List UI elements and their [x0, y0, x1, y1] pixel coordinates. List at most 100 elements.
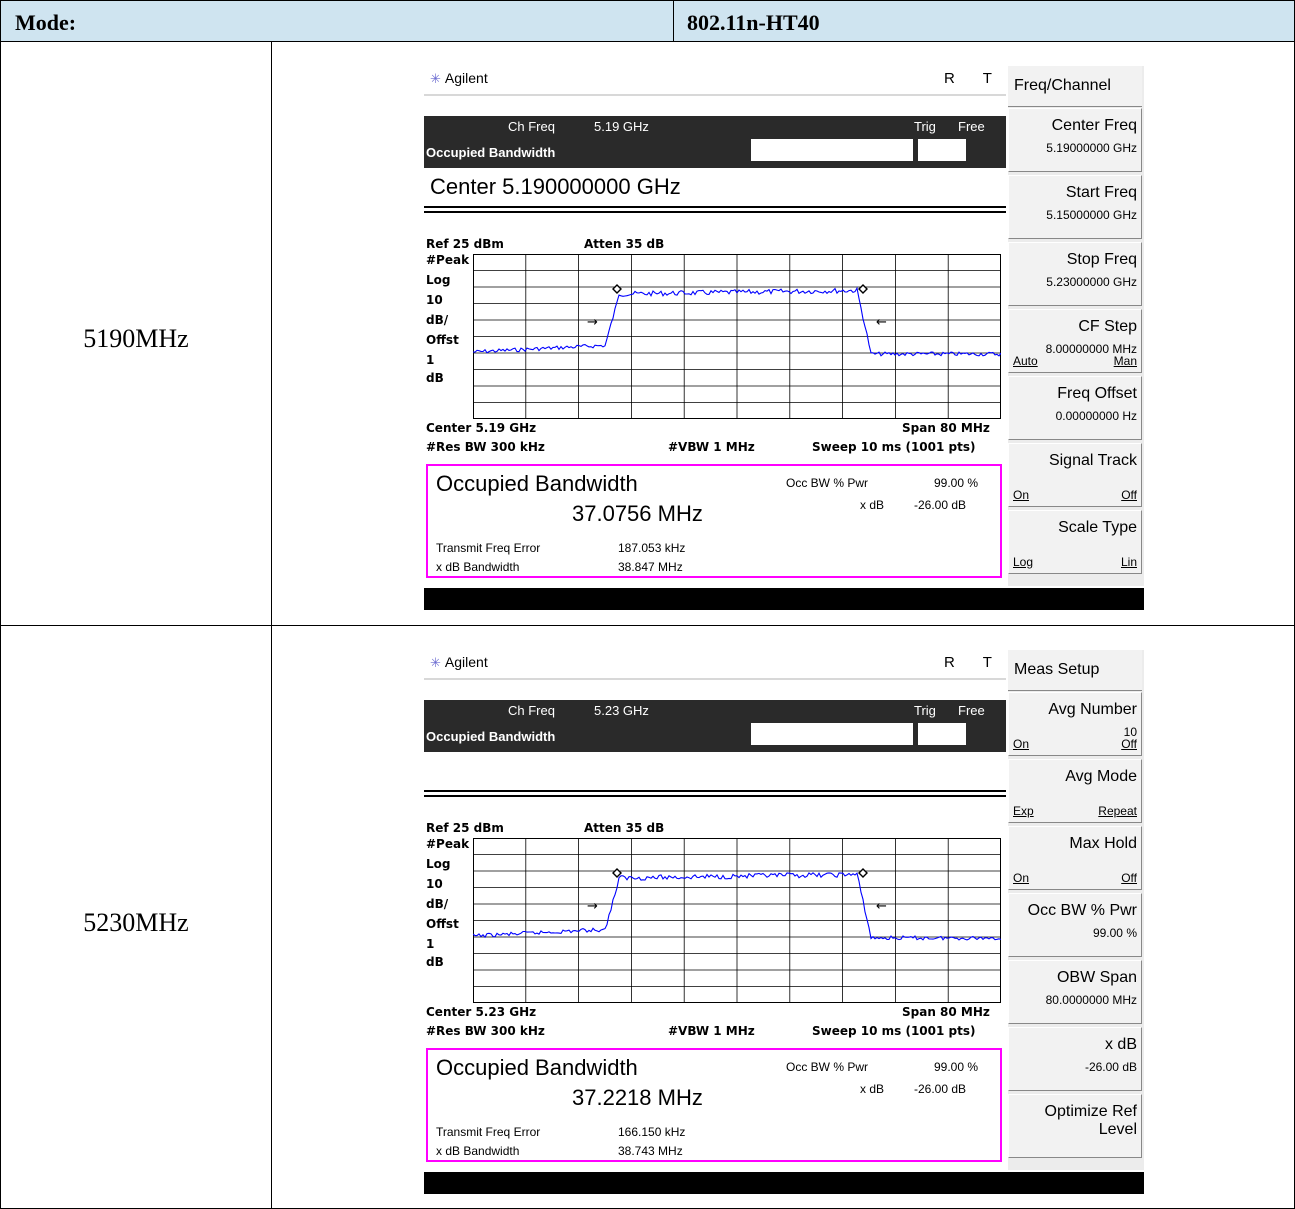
- softkey-option-left: On: [1013, 871, 1030, 885]
- table-header: Mode: 802.11n-HT40: [0, 0, 1295, 42]
- softkey-option-left: Exp: [1013, 804, 1034, 818]
- softkey-label: Avg Number: [1048, 701, 1137, 718]
- menu-title-text: Freq/Channel: [1014, 77, 1111, 94]
- softkey[interactable]: Freq Offset 0.00000000 Hz: [1008, 376, 1142, 440]
- scale-label: #Peak: [426, 837, 470, 851]
- center-freq-short: Center 5.23 GHz: [426, 1005, 537, 1019]
- entry-box[interactable]: [751, 139, 913, 161]
- scale-label: Log: [426, 273, 451, 287]
- scale-label: dB: [426, 371, 444, 385]
- trig-value: Free: [958, 119, 985, 134]
- softkey-value: 5.23000000 GHz: [1046, 275, 1137, 289]
- ch-freq-label: Ch Freq: [508, 703, 555, 718]
- softkey[interactable]: OBW Span 80.0000000 MHz: [1008, 960, 1142, 1024]
- softkey-value: 5.15000000 GHz: [1046, 208, 1137, 222]
- menu-title: Meas Setup: [1008, 650, 1142, 691]
- softkey-option-right: Off: [1121, 488, 1137, 502]
- status-indicator: R T: [944, 654, 1004, 671]
- status-bar: [424, 588, 1144, 610]
- occ-value: 99.00 %: [934, 1060, 979, 1074]
- xdbbw-label: x dB Bandwidth: [436, 1144, 520, 1158]
- softkey-value: 5.19000000 GHz: [1046, 141, 1137, 155]
- left-arrow-marker: →: [587, 315, 598, 330]
- sweep: Sweep 10 ms (1001 pts): [812, 440, 976, 454]
- vbw: #VBW 1 MHz: [668, 1024, 755, 1038]
- xdb-label: x dB: [860, 1082, 885, 1096]
- ref-level: Ref 25 dBm: [426, 237, 504, 251]
- softkey[interactable]: Stop Freq 5.23000000 GHz: [1008, 242, 1142, 306]
- scale-label: 1: [426, 353, 435, 367]
- trig-label: Trig: [914, 703, 936, 718]
- softkey-option-right: Off: [1121, 871, 1137, 885]
- span: Span 80 MHz: [902, 1005, 990, 1019]
- softkey-label: Center Freq: [1051, 117, 1137, 134]
- softkey-menu: Meas Setup Avg Number 10 On Off Avg Mode Exp Re…: [1008, 650, 1144, 1170]
- agilent-logo-icon: ✳: [430, 655, 441, 670]
- tfe-label: Transmit Freq Error: [436, 541, 541, 555]
- softkey-option-left: On: [1013, 737, 1030, 751]
- softkey-label: Signal Track: [1048, 452, 1137, 469]
- scale-label: dB/: [426, 897, 449, 911]
- softkey[interactable]: x dB -26.00 dB: [1008, 1027, 1142, 1091]
- attenuation: Atten 35 dB: [584, 237, 665, 251]
- left-arrow-marker: →: [587, 899, 598, 914]
- freq-label: 5190MHz: [83, 324, 189, 353]
- entry-box-small[interactable]: [918, 723, 966, 745]
- brand-text: Agilent: [444, 70, 488, 86]
- scale-label: Offst: [426, 917, 459, 931]
- divider: [424, 211, 1006, 213]
- softkey-label: Max Hold: [1069, 835, 1137, 852]
- softkey-value: 0.00000000 Hz: [1055, 409, 1137, 423]
- table-row: 5190MHz ✳ Agilent R T Ch Freq 5.19 GHz Tr…: [0, 42, 1295, 626]
- scale-label: dB: [426, 955, 444, 969]
- softkey-value: -26.00 dB: [1084, 1060, 1137, 1074]
- softkey-value: 10: [1123, 725, 1137, 739]
- span: Span 80 MHz: [902, 421, 990, 435]
- softkey[interactable]: Center Freq 5.19000000 GHz: [1008, 108, 1142, 172]
- result-title: Occupied Bandwidth: [436, 471, 638, 496]
- menu-title: Freq/Channel: [1008, 66, 1142, 107]
- trig-value: Free: [958, 703, 985, 718]
- occ-label: Occ BW % Pwr: [786, 1060, 869, 1074]
- entry-box-small[interactable]: [918, 139, 966, 161]
- menu-title-text: Meas Setup: [1014, 661, 1100, 678]
- sweep: Sweep 10 ms (1001 pts): [812, 1024, 976, 1038]
- softkey[interactable]: Avg Mode Exp Repeat: [1008, 759, 1142, 823]
- softkey[interactable]: Occ BW % Pwr 99.00 %: [1008, 893, 1142, 957]
- ref-level: Ref 25 dBm: [426, 821, 504, 835]
- softkey[interactable]: Max Hold On Off: [1008, 826, 1142, 890]
- scale-label: Offst: [426, 333, 459, 347]
- xdbbw-value: 38.847 MHz: [618, 560, 683, 574]
- ch-freq-label: Ch Freq: [508, 119, 555, 134]
- result-title: Occupied Bandwidth: [436, 1055, 638, 1080]
- xdb-label: x dB: [860, 498, 885, 512]
- meas-header: Ch Freq 5.19 GHz Trig Free Occupied Band…: [424, 116, 1006, 168]
- softkey[interactable]: Signal Track On Off: [1008, 443, 1142, 507]
- softkey[interactable]: Scale Type Log Lin: [1008, 510, 1142, 574]
- softkey[interactable]: Optimize Ref Level: [1008, 1094, 1142, 1158]
- trig-label: Trig: [914, 119, 936, 134]
- softkey[interactable]: Avg Number 10 On Off: [1008, 692, 1142, 756]
- softkey-label: OBW Span: [1056, 969, 1137, 986]
- mode-value: 802.11n-HT40: [687, 10, 820, 35]
- tfe-value: 166.150 kHz: [618, 1125, 686, 1139]
- softkey[interactable]: CF Step 8.00000000 MHz Auto Man: [1008, 309, 1142, 373]
- mode-label: Mode:: [15, 10, 77, 35]
- softkey[interactable]: Start Freq 5.15000000 GHz: [1008, 175, 1142, 239]
- softkey-option-right: Off: [1121, 737, 1137, 751]
- xdb-value: -26.00 dB: [914, 498, 967, 512]
- softkey-label: x dB: [1104, 1036, 1137, 1053]
- status-indicator: R T: [944, 70, 1004, 87]
- freq-cell: 5190MHz: [1, 42, 272, 625]
- scale-label: dB/: [426, 313, 449, 327]
- brand: ✳ Agilent: [430, 654, 488, 671]
- softkey-label: Start Freq: [1065, 184, 1137, 201]
- meas-name: Occupied Bandwidth: [426, 729, 556, 744]
- analyzer-screen: ✳ Agilent R T Ch Freq 5.19 GHz Trig Free …: [424, 66, 1144, 610]
- result-value: 37.0756 MHz: [572, 501, 703, 526]
- scale-label: 1: [426, 937, 435, 951]
- status-bar: [424, 1172, 1144, 1194]
- softkey-label: Occ BW % Pwr: [1027, 902, 1137, 919]
- entry-box[interactable]: [751, 723, 913, 745]
- scale-label: Log: [426, 857, 451, 871]
